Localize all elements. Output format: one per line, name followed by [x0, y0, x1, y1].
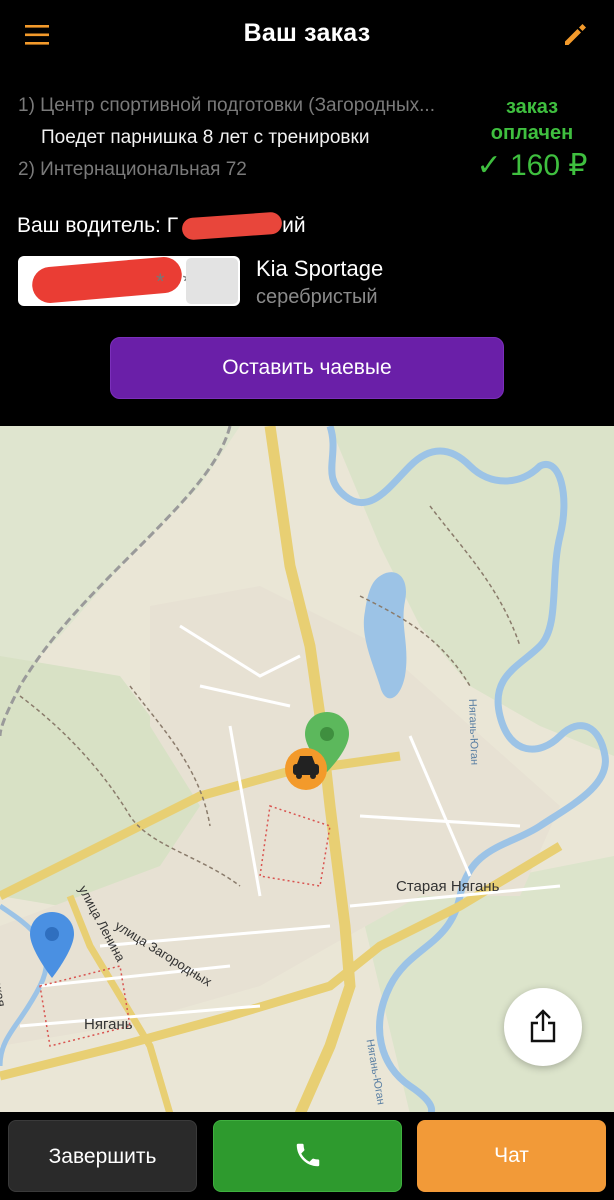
call-button[interactable] [213, 1120, 402, 1192]
paid-label: заказ оплачен [490, 96, 574, 144]
route-stop-2: 2) Интернациональная 72 [18, 159, 247, 180]
driver-line: Ваш водитель: Г ий [17, 211, 306, 241]
page-title: Ваш заказ [243, 19, 371, 47]
redaction-mark [181, 211, 283, 241]
payment-status: заказ оплачен ✓ 160 ₽ [472, 94, 592, 184]
share-icon [530, 1009, 556, 1043]
car-color: серебристый [256, 286, 378, 308]
pencil-icon[interactable] [562, 20, 590, 48]
route-note: Поедет парнишка 8 лет с тренировки [41, 127, 370, 148]
share-button[interactable] [504, 988, 582, 1066]
paid-price: ✓ 160 ₽ [476, 149, 588, 182]
route-list: 1) Центр спортивной подготовки (Загородн… [18, 92, 468, 184]
route-stop-1: 1) Центр спортивной подготовки (Загородн… [18, 95, 435, 116]
tip-button[interactable]: Оставить чаевые [110, 337, 504, 399]
map-label-old-nyagan: Старая Нягань [396, 878, 500, 895]
license-plate: * * [18, 256, 240, 306]
finish-button[interactable]: Завершить [8, 1120, 197, 1192]
map-label-nyagan: Нягань [84, 1016, 133, 1033]
car-model: Kia Sportage [256, 256, 384, 281]
plate-region [186, 258, 238, 304]
car-marker-icon [285, 748, 327, 790]
river-label: Нягань-Юган [466, 698, 481, 766]
chat-button[interactable]: Чат [417, 1120, 606, 1192]
header: Ваш заказ [0, 0, 614, 70]
driver-label: Ваш водитель: Г [17, 214, 179, 237]
bottom-bar: Завершить Чат [0, 1112, 614, 1200]
driver-name-suffix: ий [282, 214, 306, 237]
phone-icon [296, 1144, 319, 1167]
